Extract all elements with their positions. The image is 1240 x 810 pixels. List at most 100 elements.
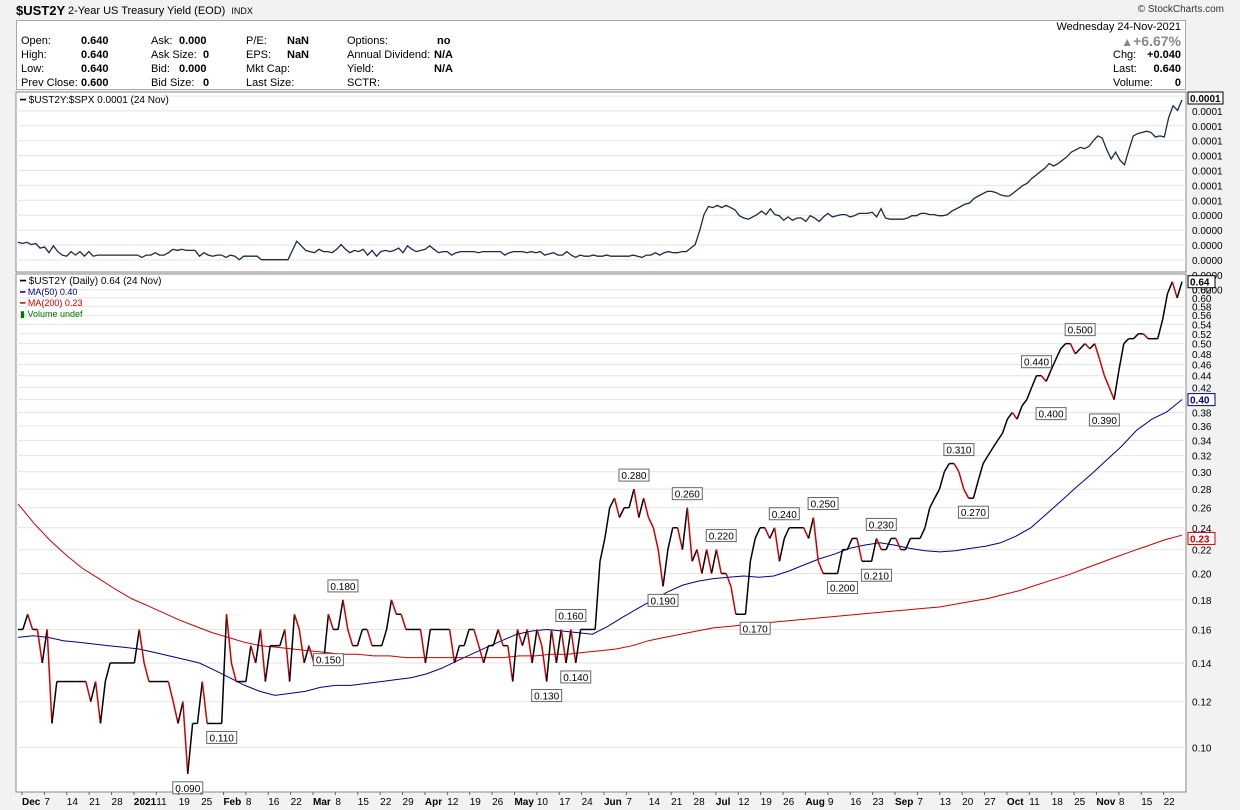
price-annotation: 0.150	[312, 653, 344, 667]
x-tick-label: 19	[470, 797, 482, 808]
price-y-tick-label: 0.30	[1192, 468, 1212, 479]
price-y-tick-label: 0.26	[1192, 504, 1212, 515]
ratio-y-tick-label: 0.0001	[1192, 107, 1223, 118]
x-tick-label: 7	[44, 797, 50, 808]
x-tick-label: 24	[582, 797, 594, 808]
x-tick-label: 28	[112, 797, 124, 808]
x-tick-label: Apr	[425, 797, 442, 808]
svg-text:0.280: 0.280	[621, 471, 646, 482]
price-annotation: 0.260	[671, 487, 703, 501]
x-tick-label: Oct	[1007, 797, 1024, 808]
price-annotation: 0.310	[943, 443, 975, 457]
x-tick-label: 12	[447, 797, 459, 808]
x-tick-label: 28	[694, 797, 706, 808]
price-annotation: 0.230	[865, 517, 897, 531]
price-y-tick-label: 0.12	[1192, 698, 1212, 709]
price-y-tick-label: 0.22	[1192, 546, 1212, 557]
x-tick-label: 26	[492, 797, 504, 808]
x-tick-label: Jun	[604, 797, 622, 808]
price-y-tick-label: 0.44	[1192, 372, 1212, 383]
svg-text:0.210: 0.210	[864, 571, 889, 582]
price-panel: 0.100.120.140.160.180.200.220.240.260.28…	[15, 273, 1216, 795]
x-tick-label: 21	[89, 797, 101, 808]
price-y-tick-label: 0.32	[1192, 452, 1212, 463]
price-annotation: 0.160	[555, 608, 587, 622]
svg-text:0.190: 0.190	[651, 596, 676, 607]
svg-text:0.64: 0.64	[1190, 278, 1210, 289]
price-y-tick-label: 0.18	[1192, 596, 1212, 607]
svg-text:0.200: 0.200	[830, 583, 855, 594]
x-tick-label: Nov	[1096, 797, 1115, 808]
ratio-panel: 0.0001 0.0001 0.0001 0.0001 0.0001 0.0001 0.00…	[15, 91, 1224, 297]
price-annotation: 0.440	[1021, 355, 1052, 369]
x-tick-label: 21	[671, 797, 683, 808]
x-tick-label: 17	[559, 797, 571, 808]
price-annotation: 0.180	[327, 579, 359, 593]
ratio-y-tick-label: 0.0001	[1192, 167, 1223, 178]
x-tick-label: 12	[738, 797, 750, 808]
x-tick-label: Feb	[223, 797, 241, 808]
x-tick-label: 15	[358, 797, 370, 808]
x-tick-label: 7	[917, 797, 923, 808]
svg-text:0.130: 0.130	[534, 692, 559, 703]
svg-text:0.500: 0.500	[1068, 326, 1093, 337]
price-y-tick-label: 0.10	[1192, 743, 1212, 754]
ratio-y-tick-label: 0.0001	[1192, 152, 1223, 163]
x-tick-label: 13	[940, 797, 952, 808]
x-tick-label: 20	[962, 797, 974, 808]
price-y-tick-label: 0.38	[1192, 408, 1212, 419]
svg-text:0.250: 0.250	[811, 500, 836, 511]
x-tick-label: 14	[649, 797, 661, 808]
x-tick-label: 16	[268, 797, 280, 808]
svg-text:0.240: 0.240	[772, 510, 797, 521]
x-tick-label: 8	[246, 797, 252, 808]
x-tick-label: 10	[537, 797, 549, 808]
x-tick-label: 26	[783, 797, 795, 808]
ratio-y-tick-label: 0.0000	[1192, 241, 1223, 252]
ratio-y-tick-label: 0.0000	[1192, 256, 1223, 267]
ratio-y-tick-label: 0.0001	[1192, 137, 1223, 148]
svg-text:0.220: 0.220	[709, 532, 734, 543]
price-y-tick-label: 0.28	[1192, 485, 1212, 496]
price-y-tick-label: 0.16	[1192, 625, 1212, 636]
x-tick-label: 8	[335, 797, 341, 808]
price-annotation: 0.190	[647, 593, 679, 607]
ratio-y-tick-label: 0.0001	[1192, 122, 1223, 133]
svg-text:0.140: 0.140	[563, 673, 588, 684]
ratio-y-tick-label: 0.0001	[1192, 196, 1223, 207]
ratio-last-value-tag: 0.0001	[1187, 91, 1224, 105]
svg-text:0.40: 0.40	[1190, 396, 1210, 407]
svg-text:0.180: 0.180	[330, 582, 355, 593]
svg-text:0.400: 0.400	[1039, 410, 1064, 421]
x-tick-label: 22	[380, 797, 392, 808]
svg-text:0.23: 0.23	[1190, 534, 1210, 545]
x-tick-label: 22	[1164, 797, 1176, 808]
x-tick-label: Sep	[895, 797, 913, 808]
x-tick-label: 7	[626, 797, 632, 808]
x-tick-label: 14	[67, 797, 79, 808]
legend-item: ━ MA(200) 0.23	[19, 298, 82, 308]
x-tick-label: 23	[873, 797, 885, 808]
price-annotation: 0.220	[705, 529, 737, 543]
svg-text:0.150: 0.150	[316, 656, 341, 667]
x-tick-label: Mar	[313, 797, 331, 808]
x-tick-label: May	[514, 797, 534, 808]
price-y-tick-label: 0.20	[1192, 569, 1212, 580]
ratio-y-tick-label: 0.0000	[1192, 211, 1223, 222]
legend-item: ▮ Volume undef	[20, 309, 83, 319]
x-tick-label: 18	[1052, 797, 1064, 808]
price-annotation: 0.250	[807, 497, 839, 511]
price-annotation: 0.210	[860, 568, 892, 582]
x-tick-label: 9	[828, 797, 834, 808]
price-y-tick-label: 0.52	[1192, 330, 1212, 341]
x-tick-label: 8	[1119, 797, 1125, 808]
legend-item: ━ $UST2Y (Daily) 0.64 (24 Nov)	[19, 276, 161, 287]
price-annotation: 0.140	[560, 670, 592, 684]
svg-text:0.260: 0.260	[675, 490, 700, 501]
price-right-tag: 0.23	[1187, 531, 1216, 545]
ratio-y-tick-label: 0.0001	[1192, 181, 1223, 192]
svg-text:0.310: 0.310	[946, 446, 971, 457]
price-annotation: 0.130	[531, 689, 563, 703]
price-y-tick-label: 0.14	[1192, 659, 1212, 670]
price-annotation: 0.280	[618, 468, 650, 482]
